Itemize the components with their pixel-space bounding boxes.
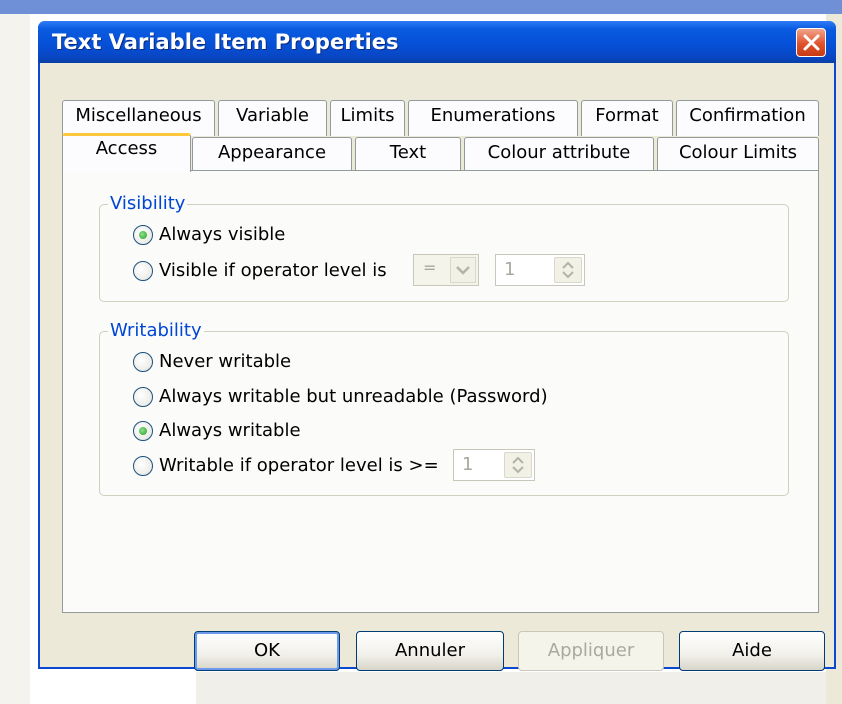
radio-button-selected[interactable] <box>133 421 153 441</box>
properties-dialog: Text Variable Item Properties Miscellane… <box>38 21 836 671</box>
close-button[interactable] <box>796 28 826 57</box>
ok-button[interactable]: OK <box>194 631 340 671</box>
tab-text[interactable]: Text <box>355 137 461 171</box>
operator-comparison-select[interactable]: = <box>413 254 479 286</box>
radio-label: Never writable <box>159 351 292 372</box>
visibility-level-value: 1 <box>504 259 516 280</box>
radio-button[interactable] <box>133 352 153 372</box>
tab-limits[interactable]: Limits <box>330 100 405 136</box>
background-left <box>0 14 30 704</box>
tab-miscellaneous[interactable]: Miscellaneous <box>62 100 215 136</box>
spinner-arrows-icon[interactable] <box>554 257 582 283</box>
chevron-down-icon <box>450 257 476 283</box>
operator-comparison-value: = <box>423 258 437 277</box>
radio-button[interactable] <box>133 456 153 476</box>
writability-group: Writability Never writable Always writab… <box>99 320 789 496</box>
tab-confirmation[interactable]: Confirmation <box>676 100 819 136</box>
writability-group-title: Writability <box>108 320 204 342</box>
close-icon <box>803 34 820 51</box>
access-tab-panel: Visibility Always visible Visible if ope… <box>62 170 819 613</box>
tab-access[interactable]: Access <box>62 133 191 172</box>
radio-button[interactable] <box>133 261 153 281</box>
tab-colour-limits[interactable]: Colour Limits <box>657 137 819 171</box>
title-bar[interactable]: Text Variable Item Properties <box>38 21 836 63</box>
writability-level-value: 1 <box>462 454 474 475</box>
radio-label: Visible if operator level is <box>159 260 387 281</box>
tab-appearance[interactable]: Appearance <box>192 137 352 171</box>
writability-level-spinner[interactable]: 1 <box>453 449 535 481</box>
visibility-group: Visibility Always visible Visible if ope… <box>99 193 789 302</box>
tab-colour-attribute[interactable]: Colour attribute <box>464 137 654 171</box>
radio-label: Always writable <box>159 420 301 441</box>
cancel-button[interactable]: Annuler <box>356 631 504 671</box>
radio-button[interactable] <box>133 387 153 407</box>
spinner-arrows-icon[interactable] <box>504 452 532 478</box>
radio-label: Writable if operator level is >= <box>159 455 439 476</box>
help-button[interactable]: Aide <box>679 631 825 671</box>
tab-format[interactable]: Format <box>581 100 673 136</box>
radio-label: Always writable but unreadable (Password… <box>159 386 548 407</box>
apply-button[interactable]: Appliquer <box>518 631 664 671</box>
tab-enumerations[interactable]: Enumerations <box>408 100 578 136</box>
radio-label: Always visible <box>159 224 286 245</box>
background-bottom-strip <box>196 672 826 704</box>
radio-button-selected[interactable] <box>133 225 153 245</box>
visibility-group-title: Visibility <box>108 193 188 215</box>
background-taskbar <box>0 0 842 14</box>
tab-variable[interactable]: Variable <box>218 100 327 136</box>
dialog-title: Text Variable Item Properties <box>52 30 399 54</box>
visibility-level-spinner[interactable]: 1 <box>495 254 585 286</box>
